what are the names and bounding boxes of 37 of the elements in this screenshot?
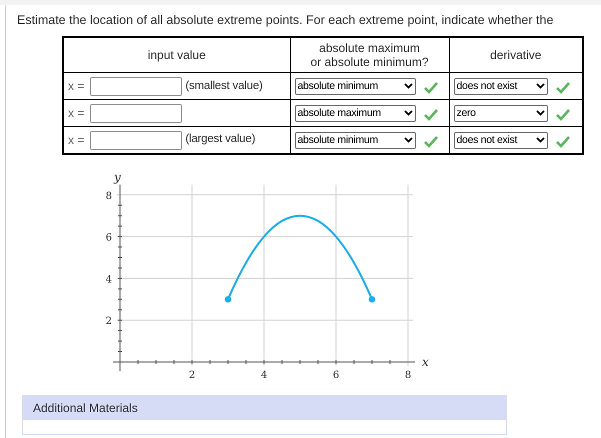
variable-label: x = (68, 78, 84, 96)
dropdown[interactable]: absolute minimum (294, 132, 416, 148)
chevron-down-icon (536, 110, 544, 116)
chevron-down-icon (536, 137, 544, 143)
column-header: absolute maximum or absolute minimum? (310, 41, 429, 69)
chevron-down-icon (404, 83, 412, 90)
x-tick-label: 2 (188, 370, 196, 381)
x-tick-label: 6 (332, 370, 340, 381)
dropdown[interactable]: absolute minimum (294, 78, 416, 95)
x-tick-label: 8 (404, 370, 412, 381)
endpoint-dot (224, 296, 232, 302)
x-tick-label: 4 (260, 370, 268, 381)
note-text: (smallest value) (185, 78, 263, 94)
column-header: derivative (490, 48, 542, 62)
endpoint-dot (368, 296, 376, 302)
input-field[interactable] (90, 130, 182, 150)
dropdown[interactable]: zero (454, 104, 548, 122)
x-axis-label: x (422, 354, 429, 369)
input-field[interactable] (90, 76, 182, 96)
instruction-text: Estimate the location of all absolute extreme points. For each extreme point, indicate whether the (17, 12, 554, 29)
y-tick-label: 2 (106, 316, 112, 327)
input-field[interactable] (90, 104, 182, 123)
dropdown[interactable]: does not exist (454, 132, 548, 148)
y-tick-label: 8 (106, 190, 112, 202)
panel-title: Additional Materials (23, 396, 506, 420)
variable-label: x = (68, 132, 84, 149)
chevron-down-icon (404, 110, 412, 116)
note-text: (largest value) (185, 132, 256, 148)
chevron-down-icon (404, 137, 412, 143)
dropdown[interactable]: absolute maximum (294, 104, 416, 122)
column-header: input value (148, 48, 206, 62)
y-axis-label: y (114, 170, 121, 184)
variable-label: x = (68, 105, 84, 122)
chevron-down-icon (536, 83, 544, 90)
y-tick-label: 4 (106, 274, 112, 286)
dropdown[interactable]: does not exist (454, 78, 548, 95)
y-tick-label: 6 (106, 232, 112, 244)
